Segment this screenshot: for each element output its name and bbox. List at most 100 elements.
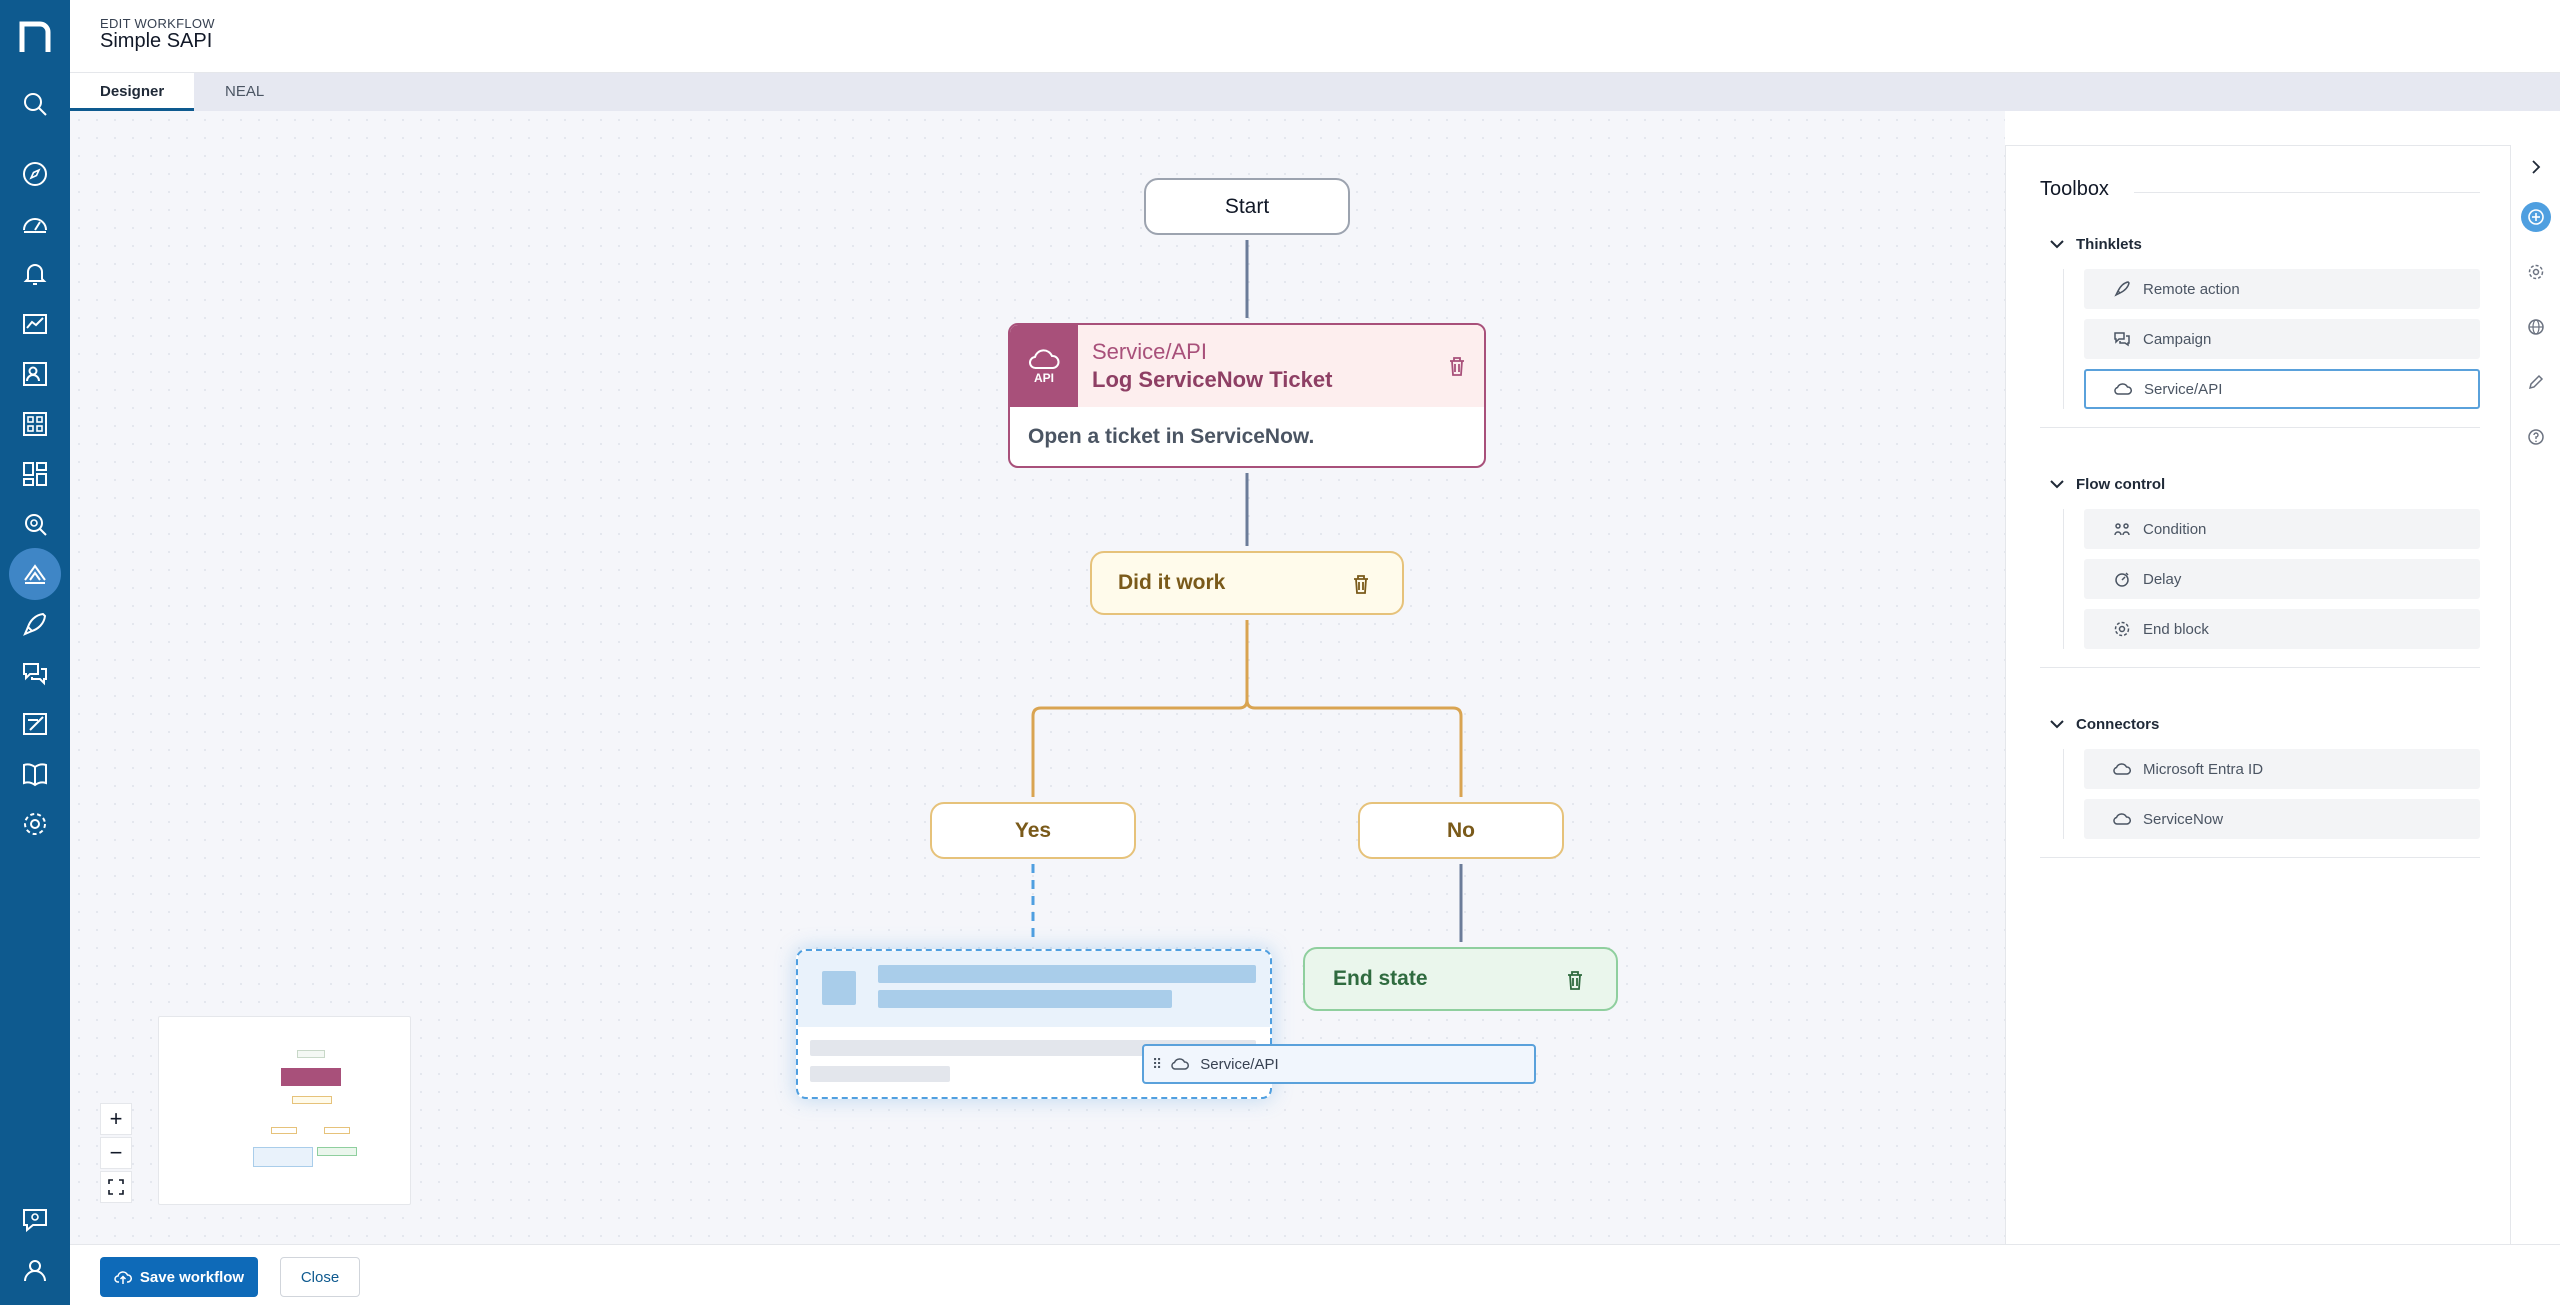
stopwatch-icon <box>2115 572 2129 587</box>
tab-bar: Designer NEAL <box>70 73 2560 111</box>
group-header-flow-control[interactable]: Flow control <box>2040 469 2480 499</box>
yes-label: Yes <box>1014 818 1052 842</box>
minimap[interactable] <box>158 1016 411 1205</box>
drag-handle-icon[interactable]: ⠿ <box>1152 1056 1162 1073</box>
group-divider <box>2040 857 2480 858</box>
placeholder-badge <box>822 971 856 1005</box>
toolbox-item-end-block[interactable]: End block <box>2084 609 2480 649</box>
chart-monitor-icon[interactable] <box>15 304 55 344</box>
toolbox-item-condition[interactable]: Condition <box>2084 509 2480 549</box>
end-state-node[interactable]: End state <box>1303 947 1618 1011</box>
footer-bar: Save workflow Close <box>70 1244 2560 1305</box>
minimap-end-state <box>317 1147 357 1156</box>
help-icon[interactable] <box>2524 425 2548 449</box>
group-header-thinklets[interactable]: Thinklets <box>2040 229 2480 259</box>
book-icon[interactable] <box>15 754 55 794</box>
yes-branch-node[interactable]: Yes <box>930 802 1136 859</box>
nexthink-logo[interactable] <box>18 16 52 56</box>
bell-icon[interactable] <box>15 254 55 294</box>
tab-designer[interactable]: Designer <box>70 73 195 111</box>
minimap-no <box>324 1127 350 1134</box>
campaign-chat-icon[interactable] <box>15 654 55 694</box>
pencil-icon[interactable] <box>2524 370 2548 394</box>
chat-bubbles-icon <box>2114 332 2130 347</box>
group-title: Thinklets <box>2076 235 2142 253</box>
feedback-icon[interactable] <box>15 1200 55 1240</box>
no-branch-node[interactable]: No <box>1358 802 1564 859</box>
edit-report-icon[interactable] <box>15 704 55 744</box>
toolbox-divider <box>2134 192 2480 193</box>
toolbox-item-campaign[interactable]: Campaign <box>2084 319 2480 359</box>
zoom-out-button[interactable]: − <box>100 1137 132 1169</box>
api-node-name: Log ServiceNow Ticket <box>1092 367 1333 392</box>
toolbox-group-thinklets: Thinklets Remote action Campaign Service… <box>2040 229 2480 428</box>
group-items: Microsoft Entra ID ServiceNow <box>2063 749 2480 839</box>
cloud-api-icon <box>2113 763 2131 775</box>
chevron-down-icon <box>2050 480 2064 489</box>
settings-icon[interactable] <box>2524 260 2548 284</box>
item-label: Condition <box>2143 520 2207 538</box>
group-items: Condition Delay End block <box>2063 509 2480 649</box>
delete-end-state-trash-icon[interactable] <box>1564 969 1586 991</box>
user-search-icon[interactable] <box>15 354 55 394</box>
add-toolbox-icon[interactable] <box>2521 202 2551 232</box>
user-profile-icon[interactable] <box>15 1250 55 1290</box>
delete-api-node-trash-icon[interactable] <box>1446 355 1468 377</box>
api-node-description: Open a ticket in ServiceNow. <box>1028 425 1315 448</box>
toolbox-item-delay[interactable]: Delay <box>2084 559 2480 599</box>
service-api-node[interactable]: API Service/API Log ServiceNow Ticket Op… <box>1008 323 1486 468</box>
zoom-in-button[interactable]: + <box>100 1103 132 1135</box>
toolbox-item-servicenow[interactable]: ServiceNow <box>2084 799 2480 839</box>
save-workflow-label: Save workflow <box>139 1268 245 1286</box>
search-icon[interactable] <box>15 84 55 124</box>
toolbox-item-microsoft-entra-id[interactable]: Microsoft Entra ID <box>2084 749 2480 789</box>
close-button[interactable]: Close <box>280 1257 360 1297</box>
fit-view-button[interactable] <box>100 1171 132 1203</box>
page-title: Simple SAPI <box>100 30 213 52</box>
toolbox-item-remote-action[interactable]: Remote action <box>2084 269 2480 309</box>
api-node-kind: Service/API <box>1092 339 1207 364</box>
settings-gear-icon[interactable] <box>15 804 55 844</box>
workflows-icon[interactable] <box>9 548 61 600</box>
rocket-icon[interactable] <box>15 604 55 644</box>
group-divider <box>2040 667 2480 668</box>
right-rail <box>2510 145 2560 1244</box>
dashboard-icon[interactable] <box>15 454 55 494</box>
page-overline: EDIT WORKFLOW <box>100 16 215 31</box>
api-node-header <box>1010 325 1484 407</box>
branch-icon <box>2114 523 2130 536</box>
toolbox-panel: Toolbox Thinklets Remote action Campaign… <box>2005 145 2510 1244</box>
tab-neal[interactable]: NEAL <box>195 73 294 111</box>
placeholder-line <box>878 965 1256 983</box>
start-node[interactable]: Start <box>1144 178 1350 235</box>
apps-grid-icon[interactable] <box>15 404 55 444</box>
toolbox-item-service-api[interactable]: Service/API <box>2084 369 2480 409</box>
gauge-icon[interactable] <box>15 204 55 244</box>
no-label: No <box>1447 818 1475 842</box>
rocket-icon <box>2114 281 2130 297</box>
cloud-api-icon <box>2113 813 2131 825</box>
api-badge: API <box>1010 325 1078 407</box>
api-badge-label: API <box>1033 371 1054 385</box>
minimap-yes <box>271 1127 297 1134</box>
save-workflow-button[interactable]: Save workflow <box>100 1257 258 1297</box>
chevron-down-icon <box>2050 240 2064 249</box>
investigate-icon[interactable] <box>15 504 55 544</box>
delete-condition-trash-icon[interactable] <box>1350 573 1372 595</box>
dragged-service-api-item[interactable]: ⠿ Service/API <box>1142 1044 1536 1084</box>
cloud-upload-icon <box>114 1271 132 1284</box>
group-header-connectors[interactable]: Connectors <box>2040 709 2480 739</box>
item-label: ServiceNow <box>2143 810 2224 828</box>
globe-icon[interactable] <box>2524 315 2548 339</box>
compass-icon[interactable] <box>15 154 55 194</box>
minimap-api-node <box>281 1068 341 1086</box>
condition-node[interactable]: Did it work <box>1090 551 1404 615</box>
left-nav <box>0 0 70 1305</box>
end-state-label: End state <box>1333 967 1428 990</box>
placeholder-line <box>810 1066 950 1082</box>
toolbox-title: Toolbox <box>2040 178 2109 200</box>
item-label: End block <box>2143 620 2209 638</box>
drag-item-label: Service/API <box>1200 1055 1279 1073</box>
placeholder-header <box>798 951 1270 1027</box>
collapse-panel-chevron-right-icon[interactable] <box>2524 155 2548 179</box>
